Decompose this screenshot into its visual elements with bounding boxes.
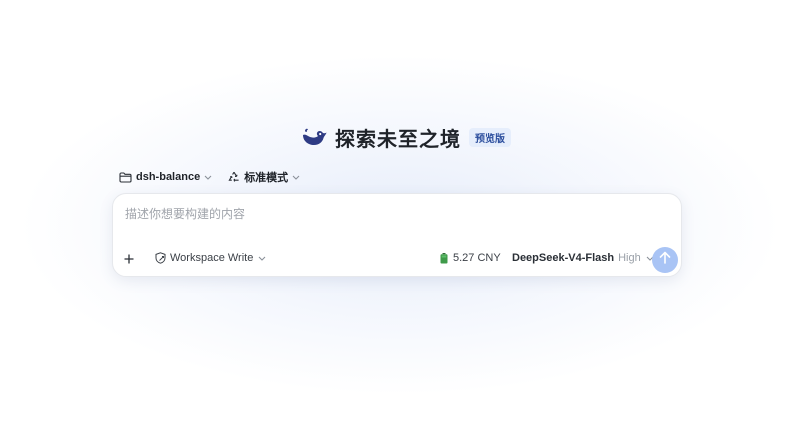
recycle-icon (228, 171, 240, 183)
balance-indicator: 5.27 CNY (440, 252, 501, 264)
workspace-label: dsh-balance (136, 171, 201, 183)
plus-icon (124, 251, 134, 269)
arrow-up-icon (659, 251, 671, 269)
chevron-down-icon (258, 256, 266, 261)
prompt-composer: Workspace Write 5.27 CNY DeepSeek-V4-Fla… (112, 193, 682, 277)
workspace-selector[interactable]: dsh-balance (119, 171, 212, 183)
permission-selector[interactable]: Workspace Write (155, 252, 266, 264)
folder-icon (119, 171, 132, 183)
model-effort: High (618, 252, 641, 264)
page-title: 探索未至之境 (335, 126, 461, 151)
permission-label: Workspace Write (170, 252, 254, 264)
mode-label: 标准模式 (244, 172, 289, 184)
model-name: DeepSeek-V4-Flash (512, 252, 615, 264)
model-selector[interactable]: DeepSeek-V4-Flash High (512, 252, 654, 264)
balance-amount: 5.27 CNY (453, 252, 501, 264)
brand-header: 探索未至之境 预览版 (300, 122, 511, 152)
battery-icon (440, 252, 448, 264)
add-attachment-button[interactable] (119, 250, 139, 270)
chevron-down-icon (292, 175, 300, 180)
context-selectors: dsh-balance 标准模式 (119, 168, 300, 186)
mode-selector[interactable]: 标准模式 (228, 169, 300, 185)
prompt-input[interactable] (123, 202, 667, 226)
shield-icon (155, 252, 166, 264)
whale-logo-icon (300, 126, 327, 148)
chevron-down-icon (204, 175, 212, 180)
preview-badge: 预览版 (469, 127, 511, 147)
send-button[interactable] (652, 247, 678, 273)
